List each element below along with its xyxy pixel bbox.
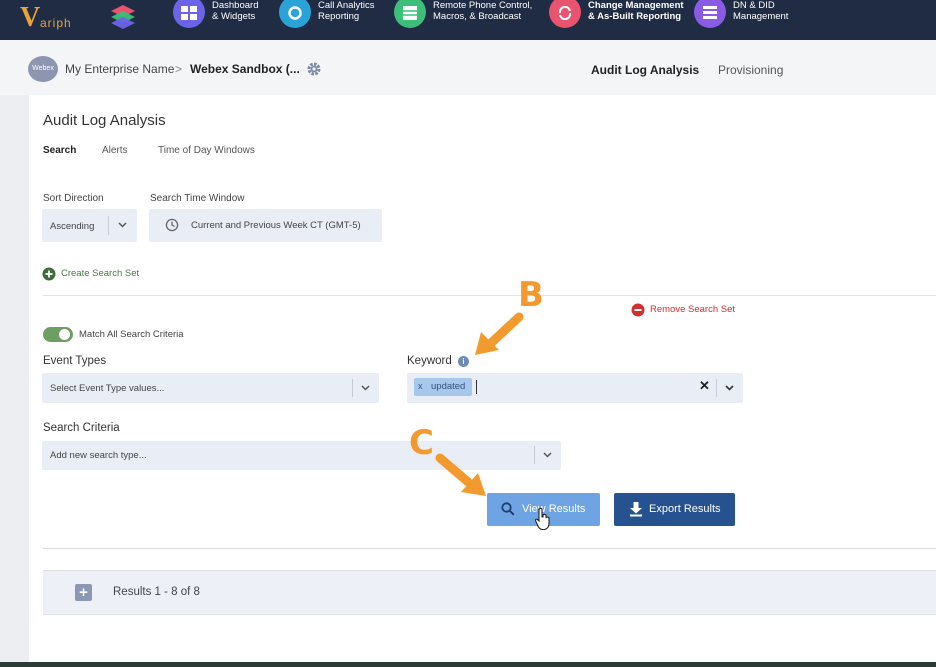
nav-label: Remote Phone Control, Macros, & Broadcast: [433, 0, 533, 22]
bottom-strip: [0, 662, 936, 667]
dashboard-icon: [173, 0, 205, 28]
tab-alerts[interactable]: Alerts: [102, 145, 128, 156]
divider: [108, 216, 109, 235]
phone-grid-icon: [394, 0, 426, 28]
remove-search-set-button[interactable]: Remove Search Set: [650, 304, 735, 315]
layers-icon[interactable]: [108, 2, 138, 32]
refresh-icon: [279, 0, 311, 28]
tab-audit-log-analysis[interactable]: Audit Log Analysis: [591, 63, 699, 77]
event-types-placeholder: Select Event Type values...: [50, 383, 165, 394]
toggle-knob: [59, 329, 70, 340]
chevron-down-icon[interactable]: [725, 385, 734, 391]
export-results-button[interactable]: Export Results: [614, 493, 735, 526]
tab-time-of-day-windows[interactable]: Time of Day Windows: [158, 145, 255, 156]
results-count: Results 1 - 8 of 8: [113, 586, 200, 598]
nav-dashboard-widgets[interactable]: Dashboard & Widgets: [173, 0, 273, 40]
add-circle-icon[interactable]: [42, 267, 56, 281]
clear-icon[interactable]: ✕: [699, 378, 710, 394]
tab-provisioning[interactable]: Provisioning: [718, 63, 783, 77]
text-caret: [476, 380, 477, 394]
chevron-down-icon[interactable]: [361, 385, 370, 391]
annotation-c: C: [409, 423, 434, 463]
breadcrumb-separator: >: [175, 62, 183, 76]
list-icon: [694, 0, 726, 28]
info-icon[interactable]: i: [458, 356, 469, 367]
chevron-down-icon[interactable]: [118, 222, 127, 228]
chevron-down-icon[interactable]: [543, 452, 552, 458]
nav-label: Call Analytics Reporting: [318, 0, 375, 22]
search-criteria-label: Search Criteria: [43, 422, 120, 434]
page-title: Audit Log Analysis: [43, 112, 166, 129]
search-time-window-label: Search Time Window: [150, 193, 245, 204]
keyword-chip-label: updated: [431, 381, 466, 392]
annotation-b: B: [518, 275, 544, 315]
nav-call-analytics[interactable]: Call Analytics Reporting: [279, 0, 389, 40]
gear-icon[interactable]: [306, 61, 322, 82]
search-time-window-value: Current and Previous Week CT (GMT-5): [191, 220, 361, 231]
hand-cursor-icon: [534, 507, 550, 531]
export-results-label: Export Results: [649, 503, 721, 515]
avatar[interactable]: Webex: [28, 56, 58, 82]
clock-icon: [165, 218, 179, 232]
nav-remote-phone-control[interactable]: Remote Phone Control, Macros, & Broadcast: [394, 0, 539, 40]
expand-results-button[interactable]: +: [75, 584, 92, 601]
annotation-arrow-icon: [475, 312, 524, 355]
sort-direction-label: Sort Direction: [43, 193, 104, 204]
nav-dn-did-management[interactable]: DN & DID Management: [694, 0, 804, 40]
event-types-label: Event Types: [43, 355, 107, 367]
remove-circle-icon[interactable]: [631, 303, 645, 317]
divider: [352, 379, 353, 397]
sync-icon: [549, 0, 581, 28]
download-icon: [630, 502, 642, 517]
sort-direction-value: Ascending: [50, 221, 95, 232]
top-navigation-bar: V ariph Dashboard & Widgets Call Analytic…: [0, 0, 936, 40]
divider: [43, 295, 936, 296]
divider: [534, 446, 535, 464]
breadcrumb-current[interactable]: Webex Sandbox (...: [190, 62, 300, 76]
annotation-arrow-icon: [435, 453, 486, 496]
tab-search[interactable]: Search: [43, 145, 76, 156]
keyword-label: Keyword: [407, 355, 452, 367]
match-all-label: Match All Search Criteria: [79, 329, 184, 340]
app-logo[interactable]: V ariph: [20, 2, 80, 34]
nav-label: DN & DID Management: [733, 0, 789, 22]
search-criteria-placeholder: Add new search type...: [50, 450, 147, 461]
view-results-label: View Results: [522, 503, 586, 515]
divider: [43, 548, 936, 549]
nav-label: Dashboard & Widgets: [212, 0, 259, 22]
search-icon: [501, 502, 515, 516]
nav-change-management[interactable]: Change Management & As-Built Reporting: [549, 0, 689, 40]
create-search-set-button[interactable]: Create Search Set: [61, 268, 139, 279]
chip-remove-icon[interactable]: x: [418, 381, 423, 391]
breadcrumb-enterprise[interactable]: My Enterprise Name: [65, 62, 174, 76]
divider: [716, 379, 717, 397]
nav-label: Change Management & As-Built Reporting: [588, 0, 684, 22]
